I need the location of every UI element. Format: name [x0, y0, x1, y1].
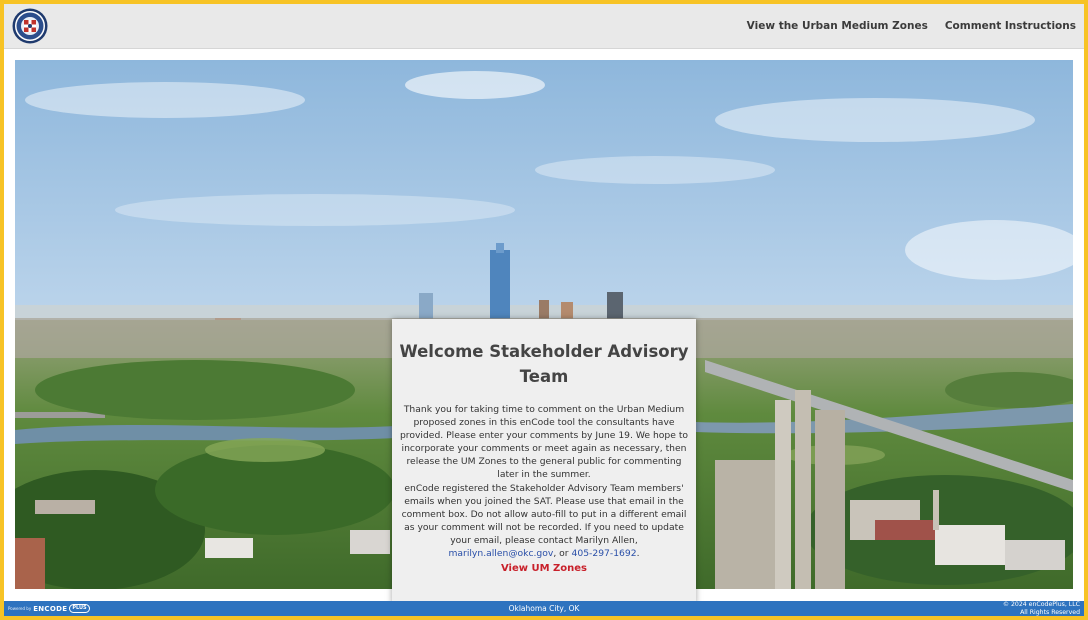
city-seal-icon[interactable]	[12, 8, 48, 44]
welcome-card: Welcome Stakeholder Advisory Team Thank …	[392, 319, 696, 605]
welcome-title: Welcome Stakeholder Advisory Team	[399, 342, 689, 386]
footer-bar: Powered by ENCODE PLUS Oklahoma City, OK…	[4, 601, 1084, 616]
nav-view-urban-medium-zones[interactable]: View the Urban Medium Zones	[747, 20, 928, 32]
contact-phone-link[interactable]: 405-297-1692	[572, 548, 637, 559]
period-text: .	[636, 548, 640, 560]
intro-paragraph: Thank you for taking time to comment on …	[399, 404, 689, 481]
separator-text: , or	[553, 548, 572, 560]
view-um-zones-button[interactable]: View UM Zones	[398, 563, 690, 574]
footer-copyright: © 2024 enCodePlus, LLC All Rights Reserv…	[1003, 601, 1080, 616]
app-frame: View the Urban Medium Zones Comment Inst…	[4, 4, 1084, 616]
footer-location: Oklahoma City, OK	[508, 604, 580, 613]
rights-text: All Rights Reserved	[1020, 608, 1080, 616]
email-instructions-paragraph: enCode registered the Stakeholder Adviso…	[398, 482, 690, 561]
email-instructions-text: enCode registered the Stakeholder Adviso…	[401, 482, 687, 546]
main-nav: View the Urban Medium Zones Comment Inst…	[747, 4, 1076, 48]
header-bar: View the Urban Medium Zones Comment Inst…	[4, 4, 1084, 49]
nav-comment-instructions[interactable]: Comment Instructions	[945, 20, 1076, 32]
contact-email-link[interactable]: marilyn.allen@okc.gov	[448, 548, 553, 559]
copyright-text: © 2024 enCodePlus, LLC	[1002, 601, 1080, 608]
